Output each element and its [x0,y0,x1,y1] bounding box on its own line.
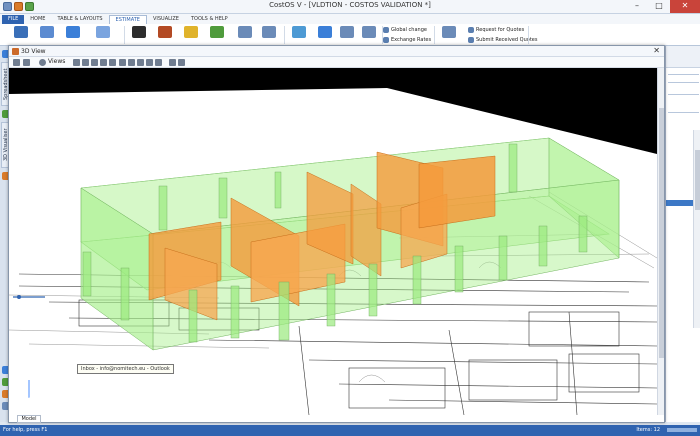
global-change-button[interactable]: Global change [391,27,427,33]
taskbar-tooltip: Inbox - info@nomitech.eu - Outlook [77,364,174,374]
library-tool-icon[interactable] [96,26,110,38]
list-item [668,74,699,75]
grid-marker [17,295,21,299]
list-item [668,112,699,113]
3d-view-scrollbar[interactable] [657,68,664,415]
tab-estimate[interactable]: ESTIMATE [108,15,147,24]
title-bar: CostOS V - [VLDTION - COSTOS VALIDATION … [0,0,700,14]
window-title: CostOS V - [VLDTION - COSTOS VALIDATION … [269,1,431,9]
tab-table-layouts[interactable]: TABLE & LAYOUTS [51,15,108,24]
3d-view-titlebar: 3D View ✕ [9,46,664,57]
report-tool-icon[interactable] [184,26,198,38]
3d-view-title: 3D View [21,48,46,55]
right-panel-scrollbar[interactable] [693,130,700,328]
fly-icon[interactable] [100,59,107,66]
ribbon-separator [124,26,125,44]
modify-tool-icon[interactable] [318,26,332,38]
pan-icon[interactable] [23,59,30,66]
exchange-rates-icon [383,37,389,43]
resource-tool-icon[interactable] [66,26,80,38]
variables-tool-icon[interactable] [362,26,376,38]
zoom-slider[interactable] [667,428,697,432]
exchange-rates-button[interactable]: Exchange Rates [391,37,431,43]
zoom-in-icon[interactable] [137,59,144,66]
zoom-icon[interactable] [109,59,116,66]
3d-view-icon [12,48,19,55]
svg-text:Y: Y [12,407,17,414]
ribbon-toolbar: Global change Exchange Rates Request for… [0,24,700,46]
3d-model-render[interactable]: Z X Y [9,68,657,415]
scrollbar-thumb[interactable] [659,108,664,358]
close-button[interactable]: ✕ [670,0,700,13]
zoom-extents-icon[interactable] [128,59,135,66]
zoom-out-icon[interactable] [146,59,153,66]
list-item [668,82,699,83]
window-controls: – □ ✕ [626,0,700,13]
ribbon-separator [528,26,529,44]
assembly-tool-icon[interactable] [40,26,54,38]
costos-app: CostOS V - [VLDTION - COSTOS VALIDATION … [0,0,700,436]
ribbon-tabs: FILE HOME TABLE & LAYOUTS ESTIMATE VISUA… [0,14,700,24]
3d-view-window: 3D View ✕ Views Z X Y Inbox - info@nomit… [8,45,665,423]
tab-visualize[interactable]: VISUALIZE [147,15,185,24]
3d-view-toolbar: Views [9,57,664,68]
close-icon[interactable]: ✕ [653,46,660,55]
status-bar: For help, press F1 Items: 12 [0,425,700,436]
word-tool-icon[interactable] [158,26,172,38]
list-item [668,94,699,95]
checkout-tool-icon[interactable] [262,26,276,38]
import-tool-icon[interactable] [292,26,306,38]
submit-quotes-icon [468,37,474,43]
home-view-icon[interactable] [13,59,20,66]
scrollbar-thumb[interactable] [695,150,700,210]
right-dock-panel [665,46,700,422]
tab-home[interactable]: HOME [24,15,51,24]
ribbon-separator [434,26,435,44]
maximize-button[interactable]: □ [648,0,670,13]
svg-text:X: X [46,401,50,408]
walk-icon[interactable] [91,59,98,66]
compare-tool-icon[interactable] [238,26,252,38]
orbit-icon[interactable] [82,59,89,66]
section-icon[interactable] [155,59,162,66]
ribbon-separator [284,26,285,44]
request-quotes-icon [468,27,474,33]
modify2-tool-icon[interactable] [340,26,354,38]
estimate-tool-icon[interactable] [14,26,28,38]
minimize-button[interactable]: – [626,0,648,13]
layers-icon[interactable] [169,59,176,66]
3d-viewport[interactable]: Z X Y Inbox - info@nomitech.eu - Outlook [9,68,657,415]
views-icon[interactable] [39,59,46,66]
settings-icon[interactable] [178,59,185,66]
views-dropdown[interactable]: Views [48,58,65,65]
zoom-window-icon[interactable] [119,59,126,66]
tab-tools-help[interactable]: TOOLS & HELP [185,15,234,24]
quantity-tool-icon[interactable] [210,26,224,38]
status-help-text: For help, press F1 [3,427,48,433]
request-quotes-button[interactable]: Request for Quotes [476,27,524,33]
right-panel-header [666,46,700,68]
rotate-icon[interactable] [73,59,80,66]
status-items: Items: 12 [636,427,660,433]
tab-file[interactable]: FILE [2,15,25,24]
quotes-tool-icon[interactable] [442,26,456,38]
bill-tool-icon[interactable] [132,26,146,38]
svg-text:Z: Z [33,375,37,382]
tab-model[interactable]: Model [17,415,41,423]
global-change-icon [383,27,389,33]
